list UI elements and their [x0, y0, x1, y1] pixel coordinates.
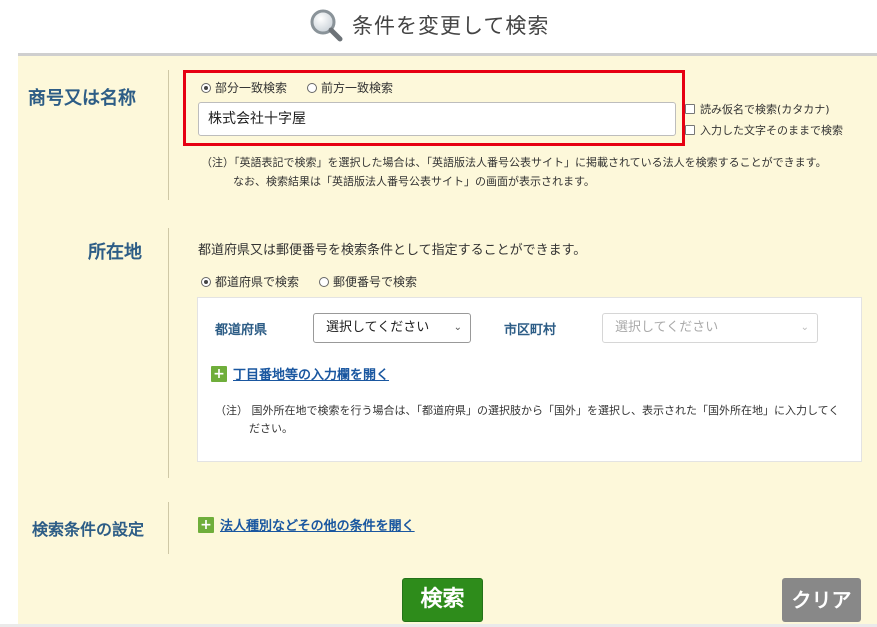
- plus-icon: +: [211, 365, 227, 382]
- exact-search-label[interactable]: 入力した文字そのままで検索: [700, 122, 843, 138]
- kana-search-option: 読み仮名で検索(カタカナ): [685, 101, 830, 117]
- radio-prefecture-label[interactable]: 都道府県で検索: [215, 273, 299, 290]
- radio-postal-code[interactable]: [319, 276, 330, 287]
- name-match-radio-group: 部分一致検索 前方一致検索: [201, 79, 393, 96]
- kana-search-label[interactable]: 読み仮名で検索(カタカナ): [700, 101, 830, 117]
- location-description: 都道府県又は郵便番号を検索条件として指定することができます。: [198, 243, 587, 258]
- expand-conditions-link[interactable]: 法人種別などその他の条件を開く: [220, 515, 415, 534]
- radio-prefecture[interactable]: [201, 276, 211, 287]
- city-select-value: 選択してください: [615, 320, 719, 335]
- prefecture-select[interactable]: 選択してください ⌄: [313, 313, 471, 343]
- kana-search-checkbox[interactable]: [685, 104, 695, 114]
- conditions-section-label: 検索条件の設定: [32, 520, 145, 539]
- location-type-radio-group: 都道府県で検索 郵便番号で検索: [201, 273, 417, 290]
- exact-search-option: 入力した文字そのままで検索: [685, 122, 843, 138]
- city-select[interactable]: 選択してください ⌄: [602, 313, 818, 343]
- section-divider: [168, 70, 169, 200]
- section-divider: [168, 228, 169, 478]
- overseas-note-1: （注） 国外所在地で検索を行う場合は、「都道府県」の選択肢から「国外」を選択し、…: [215, 404, 840, 417]
- company-name-input[interactable]: 株式会社十字屋: [198, 102, 676, 136]
- expand-address-fields[interactable]: + 丁目番地等の入力欄を開く: [211, 364, 389, 383]
- magnifier-icon: [310, 9, 343, 42]
- chevron-down-icon: ⌄: [453, 322, 462, 333]
- page-title: 条件を変更して検索: [352, 14, 550, 38]
- radio-postal-code-label[interactable]: 郵便番号で検索: [333, 273, 417, 290]
- radio-prefix-match[interactable]: [307, 82, 318, 93]
- exact-search-checkbox[interactable]: [685, 125, 695, 135]
- english-search-note-1: （注）「英語表記で検索」を選択した場合は、「英語版法人番号公表サイト」に掲載され…: [201, 156, 827, 169]
- plus-icon: +: [198, 516, 214, 533]
- header-title-group: 条件を変更して検索: [308, 6, 549, 44]
- expand-conditions[interactable]: + 法人種別などその他の条件を開く: [198, 515, 415, 534]
- radio-partial-match-label[interactable]: 部分一致検索: [215, 79, 287, 96]
- expand-address-link[interactable]: 丁目番地等の入力欄を開く: [233, 364, 389, 383]
- section-divider: [168, 502, 169, 554]
- city-label: 市区町村: [504, 323, 557, 338]
- chevron-down-icon: ⌄: [800, 322, 809, 333]
- prefecture-label: 都道府県: [215, 323, 268, 338]
- radio-prefix-match-label[interactable]: 前方一致検索: [321, 79, 393, 96]
- header: 条件を変更して検索: [0, 0, 877, 52]
- location-section-label: 所在地: [88, 242, 142, 263]
- overseas-note-2: ださい。: [249, 422, 293, 435]
- english-search-note-2: なお、検索結果は「英語版法人番号公表サイト」の画面が表示されます。: [233, 175, 595, 188]
- clear-button[interactable]: クリア: [782, 578, 861, 622]
- radio-partial-match[interactable]: [201, 82, 211, 93]
- prefecture-select-value: 選択してください: [326, 320, 430, 335]
- search-button[interactable]: 検索: [402, 578, 483, 622]
- name-section-label: 商号又は名称: [28, 88, 136, 109]
